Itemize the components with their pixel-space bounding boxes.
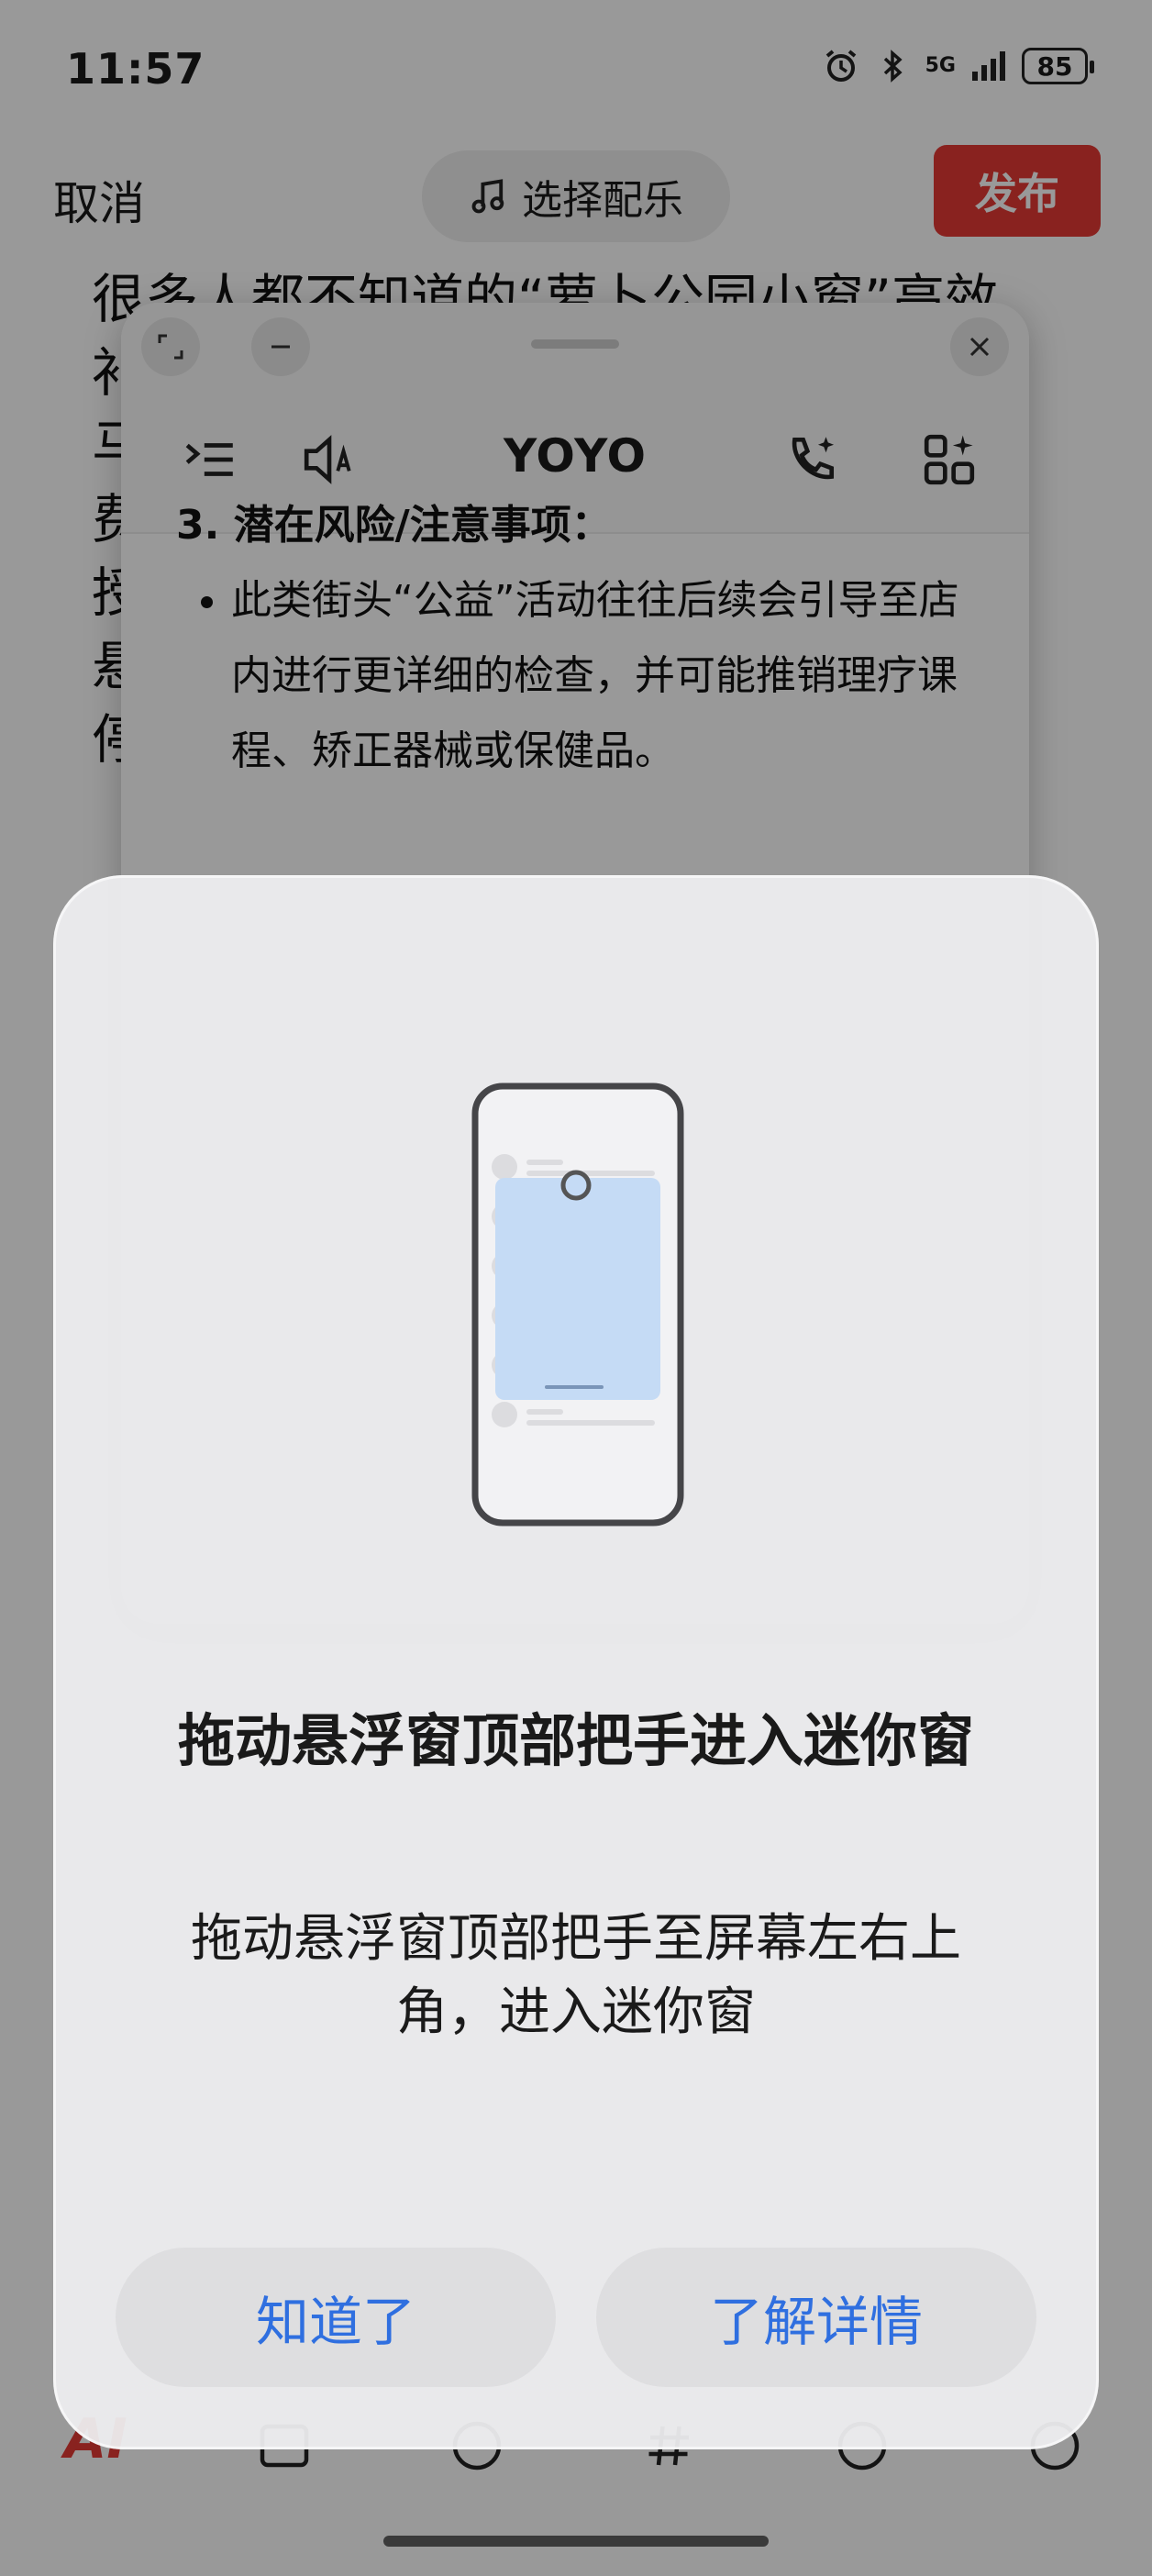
got-it-button[interactable]: 知道了 (116, 2248, 556, 2387)
dialog-description: 拖动悬浮窗顶部把手至屏幕左右上角，进入迷你窗 (191, 1909, 961, 2042)
home-indicator[interactable] (383, 2536, 769, 2547)
phone-illustration (471, 1083, 684, 1527)
dialog-title: 拖动悬浮窗顶部把手进入迷你窗 (177, 1707, 974, 1774)
mini-window-guide-dialog: 拖动悬浮窗顶部把手进入迷你窗 拖动悬浮窗顶部把手至屏幕左右上角，进入迷你窗 知道… (53, 875, 1099, 2449)
learn-more-button[interactable]: 了解详情 (596, 2248, 1036, 2387)
